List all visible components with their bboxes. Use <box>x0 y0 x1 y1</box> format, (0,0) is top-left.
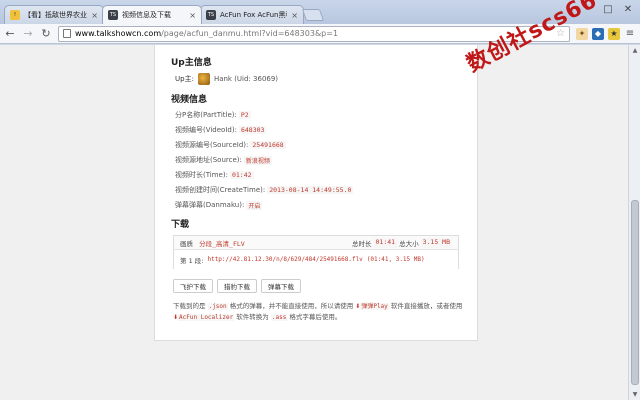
tab-label: AcFun Fox AcFun黑科技 <box>220 11 287 19</box>
quality-label: 画质 <box>180 239 193 248</box>
page-viewport: Up主信息 Up主: Hank (Uid: 36069) 视频信息 分P名称(P… <box>0 45 628 400</box>
close-tab-icon[interactable]: × <box>291 11 298 20</box>
ass-format-code: .ass <box>270 314 288 321</box>
localizer-link[interactable]: AcFun Localizer <box>178 314 235 321</box>
info-label: 视频源编号(SourceId): <box>175 141 249 149</box>
avatar[interactable] <box>197 73 210 85</box>
info-value: 01:42 <box>229 171 254 179</box>
total-size: 3.15 MB <box>420 237 452 248</box>
up-info-row: Up主: Hank (Uid: 36069) <box>175 73 278 85</box>
total-size-label: 总大小 <box>399 239 419 248</box>
note-text: 下载到的是 <box>173 302 206 310</box>
info-row-time: 视频时长(Time): 01:42 <box>175 170 254 180</box>
download-segment-row: 第 1 段: http://42.81.12.30/n/8/629/484/25… <box>174 250 458 269</box>
info-value: 开启 <box>246 200 263 210</box>
total-meta: 总时长 01:41 总大小 3.15 MB <box>352 237 452 248</box>
info-label: 视频创建时间(CreateTime): <box>175 186 266 194</box>
reload-icon[interactable]: ↻ <box>40 27 52 40</box>
ts-icon: TS <box>206 10 216 20</box>
blue-extension-icon[interactable]: ◆ <box>592 27 604 40</box>
ts-icon: TS <box>108 10 118 20</box>
download-panel: 画质 分段_高清_FLV 总时长 01:41 总大小 3.15 MB 第 1 段… <box>173 235 459 269</box>
quality-info: 画质 分段_高清_FLV <box>180 238 352 248</box>
content-card: Up主信息 Up主: Hank (Uid: 36069) 视频信息 分P名称(P… <box>154 45 478 341</box>
video-section-title: 视频信息 <box>171 95 208 105</box>
info-value: 25491668 <box>250 141 286 149</box>
restore-button[interactable]: □ <box>602 4 614 15</box>
danmaku-download-button[interactable]: 弹幕下载 <box>261 279 301 293</box>
close-tab-icon[interactable]: × <box>189 11 196 20</box>
note-text: 软件转换为 <box>236 313 269 321</box>
tab-3[interactable]: TS AcFun Fox AcFun黑科技 × <box>200 5 304 24</box>
close-tab-icon[interactable]: × <box>91 11 98 20</box>
info-value: 648303 <box>238 126 267 134</box>
scrollbar-thumb[interactable] <box>631 200 639 385</box>
info-label: 视频时长(Time): <box>175 171 228 179</box>
total-time-label: 总时长 <box>352 239 372 248</box>
up-label: Up主: <box>175 75 194 83</box>
scroll-down-arrow-icon[interactable]: ▼ <box>629 391 640 398</box>
download-section-title: 下载 <box>171 220 190 230</box>
scroll-up-arrow-icon[interactable]: ▲ <box>629 47 640 54</box>
download-buttons: 飞护下载 猎豹下载 弹幕下载 <box>173 279 301 293</box>
info-row-part-title: 分P名称(PartTitle): P2 <box>175 110 251 120</box>
player-link[interactable]: 弹弹Play <box>360 303 389 310</box>
extension-icons: ✦ ◆ ★ ≡ <box>576 27 636 40</box>
menu-icon[interactable]: ≡ <box>624 28 636 40</box>
back-arrow-icon[interactable]: ← <box>4 27 16 40</box>
forward-arrow-icon[interactable]: → <box>22 27 34 40</box>
close-window-button[interactable]: ✕ <box>622 4 634 15</box>
download-note: 下载到的是 .json 格式的弹幕，并不能直接使用，所以请使用 ⬇弹弹Play … <box>173 301 463 323</box>
download-panel-header: 画质 分段_高清_FLV 总时长 01:41 总大小 3.15 MB <box>174 236 458 250</box>
download-button-2[interactable]: 猎豹下载 <box>217 279 257 293</box>
tab-1[interactable]: ! 【看】抵敌世界农业的先 × <box>4 5 104 24</box>
new-tab-button[interactable] <box>301 9 325 21</box>
tab-2[interactable]: TS 视频信息及下载 × <box>102 5 202 24</box>
info-label: 视频编号(VideoId): <box>175 126 237 134</box>
up-name[interactable]: Hank (Uid: 36069) <box>214 75 278 83</box>
page-icon <box>63 29 71 38</box>
segment-label: 第 1 段: <box>180 256 204 265</box>
info-label: 弹幕弹幕(Danmaku): <box>175 201 245 209</box>
info-row-source-id: 视频源编号(SourceId): 25491668 <box>175 140 286 150</box>
info-label: 视频源地址(Source): <box>175 156 242 164</box>
info-row-create-time: 视频创建时间(CreateTime): 2013-08-14 14:49:55.… <box>175 185 354 195</box>
tab-label: 【看】抵敌世界农业的先 <box>24 11 87 19</box>
star-extension-icon[interactable]: ★ <box>608 27 620 40</box>
tab-label: 视频信息及下载 <box>122 11 171 19</box>
note-text: 软件直接播放，或者使用 <box>390 302 463 310</box>
total-time: 01:41 <box>373 237 398 248</box>
note-text: 格式字幕后使用。 <box>289 313 342 321</box>
info-value: P2 <box>238 111 251 119</box>
info-row-source: 视频源地址(Source): 新浪视频 <box>175 155 272 165</box>
segment-meta: (01:41, 3.15 MB) <box>366 256 425 263</box>
url-text[interactable]: www.talkshowcn.com/page/acfun_danmu.html… <box>75 29 552 38</box>
up-section-title: Up主信息 <box>171 58 212 68</box>
warning-icon: ! <box>10 10 20 20</box>
info-row-danmaku: 弹幕弹幕(Danmaku): 开启 <box>175 200 263 210</box>
info-value: 新浪视频 <box>243 155 272 165</box>
fox-extension-icon[interactable]: ✦ <box>576 27 588 40</box>
vertical-scrollbar[interactable]: ▲ ▼ <box>628 45 640 400</box>
json-format-code: .json <box>207 303 228 310</box>
segment-url-link[interactable]: http://42.81.12.30/n/8/629/484/25491668.… <box>207 256 362 263</box>
quality-value: 分段_高清_FLV <box>199 239 245 248</box>
info-label: 分P名称(PartTitle): <box>175 111 237 119</box>
note-text: 格式的弹幕，并不能直接使用，所以请使用 <box>229 302 354 310</box>
download-button-1[interactable]: 飞护下载 <box>173 279 213 293</box>
url-path: /page/acfun_danmu.html?vid=648303&p=1 <box>161 29 339 38</box>
url-host: www.talkshowcn.com <box>75 29 162 38</box>
info-row-video-id: 视频编号(VideoId): 648303 <box>175 125 267 135</box>
info-value: 2013-08-14 14:49:55.0 <box>267 186 354 194</box>
